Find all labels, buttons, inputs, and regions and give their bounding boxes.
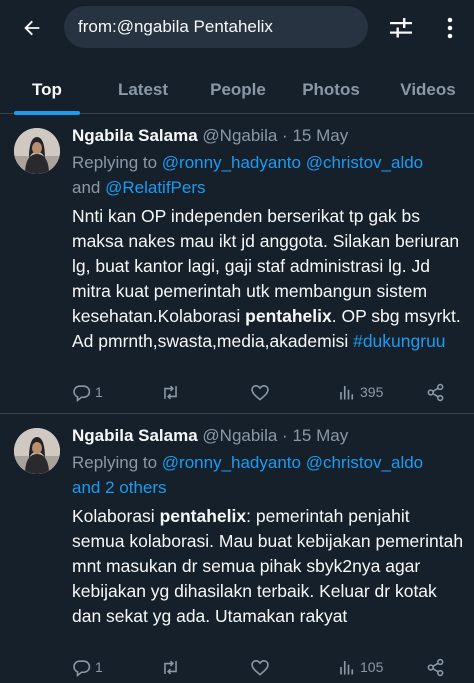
tab-people[interactable]: People (198, 66, 278, 114)
tab-top[interactable]: Top (14, 66, 80, 114)
meta-separator: · (282, 126, 288, 145)
more-vertical-icon (447, 17, 453, 39)
views-icon (340, 386, 354, 400)
tweet-item[interactable]: Ngabila Salama @Ngabila · 15 May Replyin… (0, 114, 474, 414)
avatar[interactable] (14, 128, 60, 174)
search-filter-button[interactable] (384, 12, 418, 44)
retweet-button[interactable] (160, 655, 185, 679)
replying-prefix: Replying to (72, 153, 162, 172)
reply-button[interactable]: 1 (72, 380, 103, 404)
views-button[interactable]: 105 (338, 655, 383, 679)
tweet-header: Ngabila Salama @Ngabila · 15 May (72, 126, 348, 146)
like-button[interactable] (250, 655, 274, 679)
views-icon (340, 661, 354, 675)
back-arrow-icon (24, 20, 40, 36)
hashtag-link[interactable]: #dukungruu (353, 331, 445, 351)
reply-icon (73, 384, 91, 402)
reply-count: 1 (95, 659, 103, 675)
back-button[interactable] (14, 10, 50, 46)
author-handle[interactable]: @Ngabila (202, 426, 277, 445)
share-icon (427, 658, 444, 676)
tab-latest[interactable]: Latest (104, 66, 182, 114)
tweet-actions: 1 105 (72, 655, 466, 679)
tweet-text: Nnti kan OP independen berserikat tp gak… (72, 204, 464, 354)
replying-and[interactable]: and (72, 478, 105, 497)
tweet-date[interactable]: 15 May (292, 426, 348, 445)
search-tabs: Top Latest People Photos Videos (0, 66, 474, 115)
like-button[interactable] (250, 380, 274, 404)
reply-icon (73, 659, 91, 677)
mention-link[interactable]: @RelatifPers (105, 178, 205, 197)
mention-link[interactable]: @christov_aldo (306, 453, 423, 472)
tweet-actions: 1 395 (72, 380, 466, 404)
meta-separator: · (282, 426, 288, 445)
mention-others-link[interactable]: 2 others (105, 478, 166, 497)
like-icon (251, 659, 269, 676)
share-button[interactable] (426, 380, 445, 404)
mention-link[interactable]: @christov_aldo (306, 153, 423, 172)
reply-button[interactable]: 1 (72, 655, 103, 679)
tweet-item[interactable]: Ngabila Salama @Ngabila · 15 May Replyin… (0, 414, 474, 683)
share-button[interactable] (426, 655, 445, 679)
replying-and: and (72, 178, 106, 197)
like-icon (251, 384, 269, 401)
replying-to: Replying to @ronny_hadyanto @christov_al… (72, 150, 462, 200)
avatar[interactable] (14, 428, 60, 474)
author-name[interactable]: Ngabila Salama (72, 426, 198, 445)
search-input[interactable] (78, 17, 368, 37)
views-count: 105 (360, 659, 384, 675)
retweet-icon (164, 385, 177, 399)
search-highlight: pentahelix (159, 506, 247, 526)
replying-prefix: Replying to (72, 453, 162, 472)
tweet-date[interactable]: 15 May (292, 126, 348, 145)
more-options-button[interactable] (436, 12, 464, 44)
views-count: 395 (360, 384, 384, 400)
replying-to: Replying to @ronny_hadyanto @christov_al… (72, 450, 462, 500)
search-box[interactable] (64, 6, 368, 48)
tab-videos[interactable]: Videos (388, 66, 468, 114)
mention-link[interactable]: @ronny_hadyanto (162, 153, 301, 172)
author-handle[interactable]: @Ngabila (202, 126, 277, 145)
retweet-button[interactable] (160, 380, 185, 404)
tweet-text-part: Kolaborasi (72, 506, 160, 526)
mention-link[interactable]: @ronny_hadyanto (162, 453, 301, 472)
filter-sliders-icon (390, 18, 412, 38)
avatar-image (14, 428, 60, 474)
top-bar: Top Latest People Photos Videos (0, 0, 474, 115)
avatar-image (14, 128, 60, 174)
reply-count: 1 (95, 384, 103, 400)
tweet-text: Kolaborasi pentahelix: pemerintah penjah… (72, 504, 464, 629)
share-icon (427, 383, 444, 401)
views-button[interactable]: 395 (338, 380, 383, 404)
tweet-header: Ngabila Salama @Ngabila · 15 May (72, 426, 348, 446)
retweet-icon (164, 660, 177, 674)
search-highlight: pentahelix (245, 306, 332, 326)
tab-photos[interactable]: Photos (292, 66, 370, 114)
author-name[interactable]: Ngabila Salama (72, 126, 198, 145)
